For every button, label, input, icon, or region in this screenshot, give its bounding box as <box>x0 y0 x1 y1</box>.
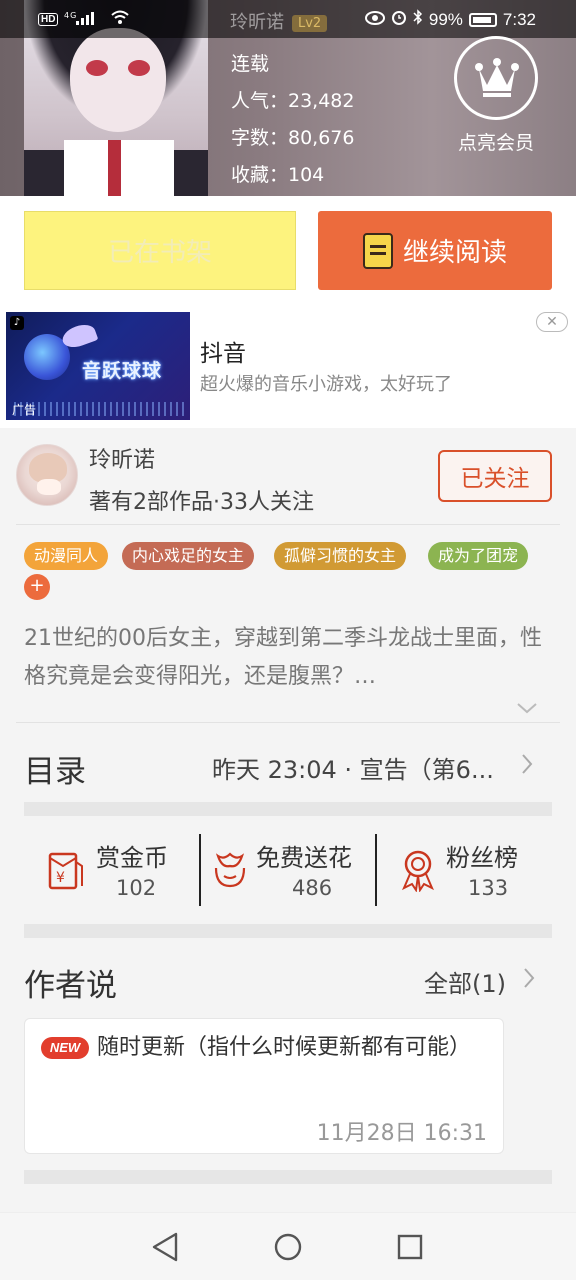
send-flower-button[interactable]: 免费送花 486 <box>210 820 376 924</box>
book-header: HD 4G 玲昕诺 Lv2 99% 7:32 连载 人气：23,482 字数：8… <box>0 0 576 196</box>
author-note-text: 随时更新（指什么时候更新都有可能） <box>97 1035 472 1060</box>
clock: 7:32 <box>502 9 536 29</box>
reward-coins-value: 102 <box>116 876 157 900</box>
author-says-all-button[interactable]: 全部(1) <box>424 964 535 999</box>
author-note-time: 11月28日 16:31 <box>316 1121 487 1146</box>
avatar[interactable] <box>16 444 78 506</box>
divider <box>16 524 560 525</box>
fans-rank-value: 133 <box>468 876 509 900</box>
tag-chip[interactable]: 内心戏足的女主 <box>122 542 255 570</box>
ribbon-medal-icon <box>398 848 438 896</box>
follow-label: 已关注 <box>460 466 530 492</box>
author-info: 著有2部作品·33人关注 <box>89 490 314 515</box>
signal-icon: 4G <box>64 10 104 29</box>
vip-button[interactable]: 点亮会员 <box>446 36 546 155</box>
in-shelf-label: 已在书架 <box>107 238 212 268</box>
divider <box>199 834 201 906</box>
book-favorites: 收藏：104 <box>231 164 325 186</box>
eye-icon <box>364 10 385 30</box>
continue-reading-label: 继续阅读 <box>402 238 507 268</box>
home-nav-icon[interactable] <box>272 1231 304 1267</box>
tag-chip[interactable]: 孤僻习惯的女主 <box>274 542 407 570</box>
ad-tag: 广告 <box>12 403 37 417</box>
recents-nav-icon[interactable] <box>396 1233 424 1265</box>
ad-app-name: 抖音 <box>200 341 246 367</box>
tag-chip[interactable]: 成为了团宠 <box>428 542 529 570</box>
author-says-title: 作者说 <box>24 968 117 1004</box>
status-bar: HD 4G 玲昕诺 Lv2 99% 7:32 <box>0 0 576 38</box>
section-separator <box>24 924 552 938</box>
ad-close-button[interactable]: ✕ <box>536 312 568 332</box>
book-icon <box>362 232 393 269</box>
reward-coins-label: 赏金币 <box>96 844 168 872</box>
add-tag-button[interactable]: + <box>24 574 50 600</box>
ad-description: 超火爆的音乐小游戏，太好玩了 <box>200 374 452 395</box>
catalog-latest-chapter: 昨天 23:04 · 宣告（第6... <box>212 756 494 784</box>
send-flower-label: 免费送花 <box>256 844 352 872</box>
section-separator <box>24 1170 552 1184</box>
book-word-count: 字数：80,676 <box>231 127 355 149</box>
chevron-right-icon <box>522 966 536 996</box>
back-nav-icon[interactable] <box>150 1231 180 1267</box>
action-bar: 已在书架 继续阅读 <box>0 196 576 306</box>
author-name: 玲昕诺 <box>89 448 156 473</box>
ad-image[interactable]: ♪ 音跃球球 广告 <box>6 312 190 420</box>
system-nav-bar <box>0 1212 576 1280</box>
reward-coins-button[interactable]: ¥ 赏金币 102 <box>40 820 200 924</box>
tag-chip[interactable]: 动漫同人 <box>24 542 109 570</box>
chevron-down-icon[interactable] <box>516 700 538 719</box>
author-says-all-label: 全部(1) <box>424 970 506 998</box>
coin-envelope-icon: ¥ <box>46 848 86 896</box>
hd-icon: HD <box>38 13 59 26</box>
divider <box>375 834 377 906</box>
overlay-author: 玲昕诺 Lv2 <box>230 8 328 34</box>
in-shelf-button[interactable]: 已在书架 <box>24 211 296 290</box>
alarm-icon <box>391 9 407 30</box>
vip-label: 点亮会员 <box>457 132 534 154</box>
ad-image-title: 音跃球球 <box>82 360 163 382</box>
level-badge: Lv2 <box>292 14 328 32</box>
author-note-card[interactable]: NEW 随时更新（指什么时候更新都有可能） 11月28日 16:31 <box>24 1018 504 1154</box>
catalog-title: 目录 <box>24 754 86 790</box>
author-row[interactable]: 玲昕诺 著有2部作品·33人关注 已关注 <box>0 428 576 524</box>
battery-icon <box>468 12 497 27</box>
stats-row: ¥ 赏金币 102 免费送花 486 粉丝榜 133 <box>0 820 576 924</box>
book-meta: 连载 人气：23,482 字数：80,676 收藏：104 <box>231 46 354 194</box>
send-flower-value: 486 <box>292 876 333 900</box>
battery-percent: 99% <box>428 9 463 29</box>
wifi-icon <box>110 9 130 30</box>
book-description[interactable]: 21世纪的00后女主，穿越到第二季斗龙战士里面，性格究竟是会变得阳光，还是腹黑？… <box>24 620 554 696</box>
divider <box>16 722 560 723</box>
ad-banner[interactable]: ♪ 音跃球球 广告 抖音 超火爆的音乐小游戏，太好玩了 ✕ <box>0 306 576 428</box>
book-status: 连载 <box>231 53 270 75</box>
svg-text:4G: 4G <box>64 11 77 20</box>
catalog-row[interactable]: 目录 昨天 23:04 · 宣告（第6... <box>0 724 576 804</box>
fans-rank-button[interactable]: 粉丝榜 133 <box>394 820 554 924</box>
bluetooth-icon <box>413 9 423 30</box>
fans-rank-label: 粉丝榜 <box>446 844 518 872</box>
crown-icon <box>454 36 538 120</box>
follow-button[interactable]: 已关注 <box>438 450 552 502</box>
svg-text:¥: ¥ <box>56 870 65 886</box>
flower-icon <box>210 850 250 896</box>
continue-reading-button[interactable]: 继续阅读 <box>318 211 552 290</box>
tiktok-icon: ♪ <box>10 316 24 330</box>
chevron-right-icon <box>520 752 534 780</box>
section-separator <box>24 802 552 816</box>
book-popularity: 人气：23,482 <box>231 90 355 112</box>
